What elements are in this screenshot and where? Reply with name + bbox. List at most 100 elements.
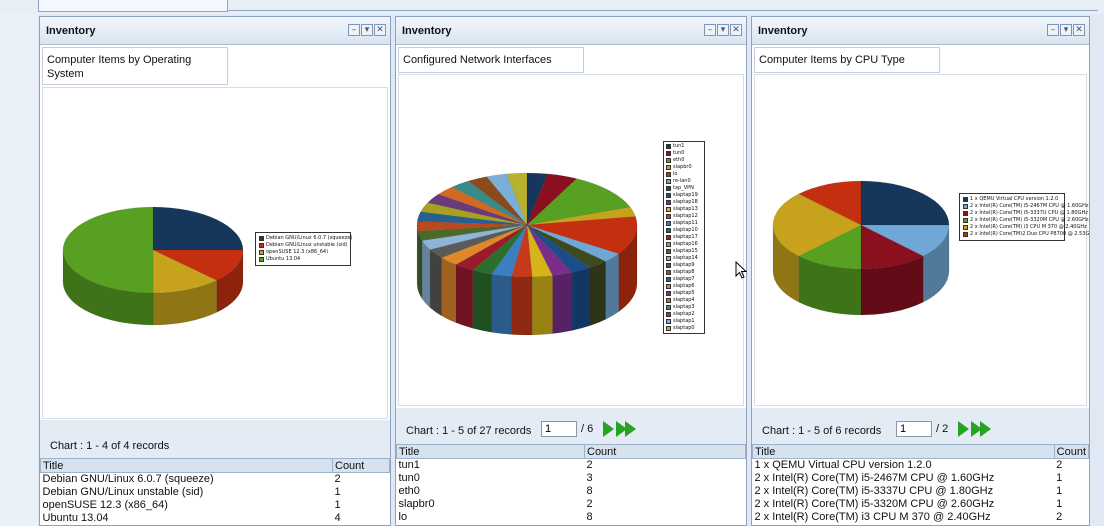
- workspace-tab[interactable]: [38, 0, 228, 12]
- legend-label: eth0: [673, 157, 685, 163]
- panel-titlebar[interactable]: Inventory – ▾ ✕: [752, 17, 1089, 45]
- pie-slice-side: [605, 253, 619, 320]
- pie-slice-side: [441, 257, 457, 324]
- panel-titlebar[interactable]: Inventory – ▾ ✕: [40, 17, 390, 45]
- window-controls: – ▾ ✕: [348, 24, 386, 36]
- column-header-title[interactable]: Title: [396, 444, 585, 459]
- table-row[interactable]: tun0 3: [397, 472, 746, 485]
- legend-swatch: [259, 250, 264, 255]
- chart-legend: tun1 tun0 eth0 slapbr0 lo re-lan0 tap_VPN slapt…: [663, 141, 705, 334]
- next-page-icon[interactable]: [603, 421, 615, 437]
- pie-slice-side: [472, 269, 492, 333]
- dropdown-icon[interactable]: ▾: [717, 24, 729, 36]
- table-row[interactable]: 2 x Intel(R) Core(TM) i3 CPU M 370 @ 2.4…: [753, 511, 1089, 524]
- legend-label: slaptap0: [673, 325, 695, 331]
- legend-swatch: [666, 158, 671, 163]
- last-page-icon[interactable]: [616, 421, 638, 437]
- panel-title: Inventory: [46, 25, 96, 37]
- minimize-icon[interactable]: –: [704, 24, 716, 36]
- legend-swatch: [666, 144, 671, 149]
- dropdown-icon[interactable]: ▾: [361, 24, 373, 36]
- legend-item: slaptap3: [666, 304, 702, 311]
- chart-title: Computer Items by CPU Type: [754, 47, 940, 73]
- inventory-panel-cpu: Inventory – ▾ ✕ Computer Items by CPU Ty…: [751, 16, 1090, 526]
- table-row[interactable]: Debian GNU/Linux unstable (sid) 1: [41, 486, 390, 499]
- pie-slice-side: [421, 239, 431, 309]
- close-icon[interactable]: ✕: [374, 24, 386, 36]
- chart-area: 1 x QEMU Virtual CPU version 1.2.0 2 x In…: [754, 74, 1090, 406]
- column-header-count[interactable]: Count: [332, 458, 390, 473]
- table-row[interactable]: 2 x Intel(R) Core(TM) i5-3320M CPU @ 2.6…: [753, 498, 1089, 511]
- cell-title: slapbr0: [398, 498, 435, 510]
- panel-titlebar[interactable]: Inventory – ▾ ✕: [396, 17, 746, 45]
- pie-slice: [860, 180, 950, 226]
- pager: / 2: [896, 421, 993, 437]
- legend-item: slaptap19: [666, 192, 702, 199]
- legend-item: lo: [666, 171, 702, 178]
- table-row[interactable]: eth0 8: [397, 485, 746, 498]
- legend-label: slaptap13: [673, 206, 698, 212]
- table-row[interactable]: Ubuntu 13.04 4: [41, 512, 390, 525]
- column-header-title[interactable]: Title: [40, 458, 333, 473]
- legend-swatch: [963, 211, 968, 216]
- next-page-icon[interactable]: [958, 421, 970, 437]
- table-row[interactable]: slapbr0 2: [397, 498, 746, 511]
- close-icon[interactable]: ✕: [730, 24, 742, 36]
- cell-count: 4: [334, 512, 341, 524]
- column-header-count[interactable]: Count: [1053, 444, 1089, 459]
- table-row[interactable]: 2 x Intel(R) Core(TM) i5-3337U CPU @ 1.8…: [753, 485, 1089, 498]
- legend-item: slaptap10: [666, 227, 702, 234]
- pie-slice-side: [531, 275, 553, 336]
- table-row[interactable]: 1 x QEMU Virtual CPU version 1.2.0 2: [753, 459, 1089, 472]
- legend-label: slapbr0: [673, 164, 692, 170]
- dropdown-icon[interactable]: ▾: [1060, 24, 1072, 36]
- page-number-input[interactable]: [896, 421, 932, 437]
- legend-swatch: [666, 228, 671, 233]
- chart-title: Configured Network Interfaces: [398, 47, 584, 73]
- legend-swatch: [666, 312, 671, 317]
- minimize-icon[interactable]: –: [348, 24, 360, 36]
- legend-item: slaptap8: [666, 269, 702, 276]
- cell-count: 8: [586, 485, 593, 497]
- pie-slice-side: [491, 273, 512, 335]
- legend-item: slaptap16: [666, 241, 702, 248]
- panel-title: Inventory: [402, 25, 452, 37]
- table-row[interactable]: 2 x Intel(R) Core(TM) i5-2467M CPU @ 1.6…: [753, 472, 1089, 485]
- close-icon[interactable]: ✕: [1073, 24, 1085, 36]
- pie-slice-side: [429, 249, 442, 317]
- records-text: Chart : 1 - 5 of 6 records: [762, 425, 882, 437]
- table-row[interactable]: openSUSE 12.3 (x86_64) 1: [41, 499, 390, 512]
- legend-label: 2 x Intel(R) Core(TM)2 Duo CPU P8700 @ 2…: [970, 231, 1090, 237]
- chart-footer: Chart : 1 - 4 of 4 records: [40, 420, 390, 458]
- legend-item: Debian GNU/Linux unstable (sid): [259, 242, 348, 249]
- cell-title: tun0: [398, 472, 420, 484]
- table-row[interactable]: tun1 2: [397, 459, 746, 472]
- pie-slice-side: [455, 264, 473, 329]
- legend-item: tun0: [666, 150, 702, 157]
- page-number-input[interactable]: [541, 421, 577, 437]
- legend-label: slaptap6: [673, 283, 695, 289]
- legend-label: slaptap18: [673, 199, 698, 205]
- tab-divider: [228, 10, 1098, 11]
- cell-count: 2: [334, 473, 341, 486]
- legend-swatch: [963, 232, 968, 237]
- records-text: Chart : 1 - 4 of 4 records: [50, 440, 170, 452]
- last-page-icon[interactable]: [971, 421, 993, 437]
- column-header-count[interactable]: Count: [584, 444, 746, 459]
- legend-item: slaptap14: [666, 255, 702, 262]
- cell-title: 1 x QEMU Virtual CPU version 1.2.0: [754, 459, 932, 472]
- legend-swatch: [666, 326, 671, 331]
- inventory-panel-network: Inventory – ▾ ✕ Configured Network Inter…: [395, 16, 747, 526]
- table-row[interactable]: Debian GNU/Linux 6.0.7 (squeeze) 2: [41, 473, 390, 486]
- cell-title: tun1: [398, 459, 420, 472]
- records-text: Chart : 1 - 5 of 27 records: [406, 425, 532, 437]
- cell-count: 8: [586, 511, 593, 523]
- minimize-icon[interactable]: –: [1047, 24, 1059, 36]
- legend-item: Ubuntu 13.04: [259, 256, 347, 263]
- legend-item: slaptap2: [666, 311, 702, 318]
- legend-item: slaptap15: [666, 248, 702, 255]
- mouse-cursor-icon: [735, 261, 748, 279]
- table-row[interactable]: lo 8: [397, 511, 746, 524]
- column-header-title[interactable]: Title: [752, 444, 1055, 459]
- legend-label: slaptap19: [673, 192, 698, 198]
